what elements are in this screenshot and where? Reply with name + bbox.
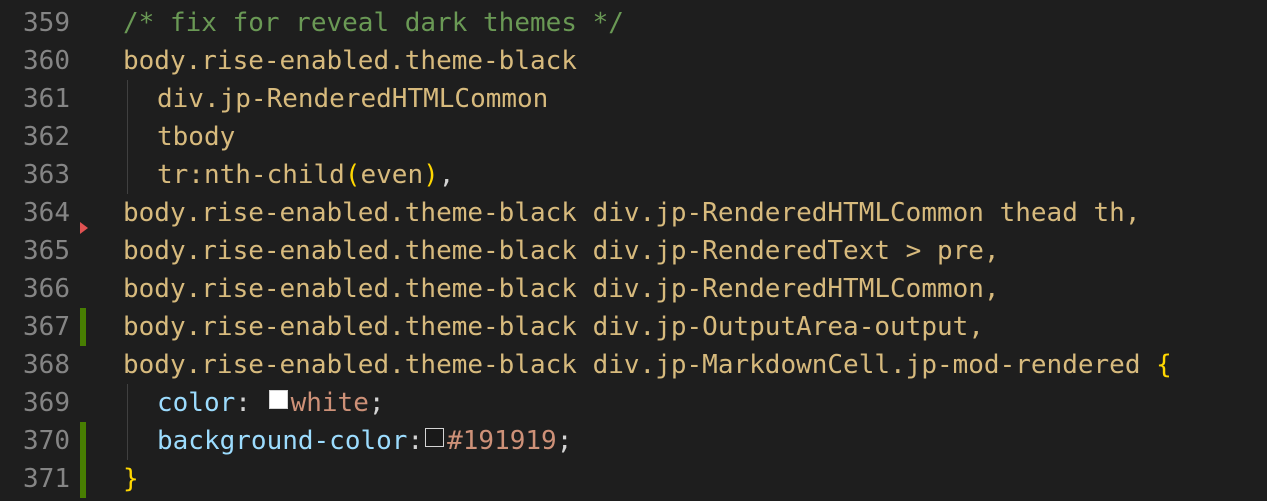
selector-text: div.jp-RenderedHTMLCommon [157,84,549,114]
property-value: #191919 [447,426,557,456]
selector-text: tbody [157,122,236,152]
paren-close: ) [423,160,439,190]
line-number: 369 [23,388,70,418]
paren-open: ( [344,160,361,190]
color-swatch[interactable] [425,428,445,447]
line-number: 359 [23,8,70,38]
brace-close: } [123,464,139,494]
line-number: 365 [23,236,70,266]
line-number: 368 [23,350,70,380]
added-line-marker[interactable] [80,460,86,498]
code-line[interactable]: 370 background-color: #191919; [0,422,1267,460]
indent-guide [127,118,128,156]
selector-expression: body.rise-enabled.theme-black div.jp-Mar… [123,346,1172,384]
selector-text: body.rise-enabled.theme-black div.jp-Ren… [123,274,1000,304]
property-value: white [290,388,369,418]
property-name: color [157,388,236,418]
indent-guide [127,80,128,118]
code-line[interactable]: 361 div.jp-RenderedHTMLCommon [0,80,1267,118]
indent-guide [127,156,128,194]
added-line-marker[interactable] [80,422,86,460]
comma: , [438,160,455,190]
code-line[interactable]: 367 body.rise-enabled.theme-black div.jp… [0,308,1267,346]
code-line[interactable]: 368 body.rise-enabled.theme-black div.jp… [0,346,1267,384]
declaration: color: white; [157,384,385,422]
colon: : [407,426,424,456]
line-number: 366 [23,274,70,304]
semicolon: ; [556,426,573,456]
indent-guide [127,384,128,422]
colon: : [235,388,251,418]
color-swatch[interactable] [268,390,288,409]
added-line-marker[interactable] [80,308,86,346]
line-number: 364 [23,198,70,228]
property-name: background-color [157,426,408,456]
line-number: 362 [23,122,70,152]
line-number: 371 [23,464,70,494]
selector-text: body.rise-enabled.theme-black div.jp-Ren… [123,236,1000,266]
code-line[interactable]: 363 tr:nth-child(even), [0,156,1267,194]
selector-text: body.rise-enabled.theme-black div.jp-Mar… [123,350,1157,380]
code-editor[interactable]: 359 /* fix for reveal dark themes */ 360… [0,0,1267,501]
indent-guide [127,422,128,460]
code-line[interactable]: 365 body.rise-enabled.theme-black div.jp… [0,232,1267,270]
brace-open: { [1156,350,1172,380]
selector-arg: even [360,160,424,190]
semicolon: ; [368,388,385,418]
selector-text: body.rise-enabled.theme-black div.jp-Ren… [123,198,1141,228]
line-number: 360 [23,46,70,76]
code-line[interactable]: 366 body.rise-enabled.theme-black div.jp… [0,270,1267,308]
line-number: 367 [23,312,70,342]
selector-text: body.rise-enabled.theme-black [123,46,577,76]
declaration: background-color: #191919; [157,422,572,460]
selector-text: body.rise-enabled.theme-black div.jp-Out… [123,312,984,342]
selector-expression: tr:nth-child(even), [157,156,454,194]
code-line[interactable]: 364 body.rise-enabled.theme-black div.jp… [0,194,1267,232]
line-number: 361 [23,84,70,114]
line-number: 363 [23,160,70,190]
code-line[interactable]: 360 body.rise-enabled.theme-black [0,42,1267,80]
line-number: 370 [23,426,70,456]
code-line[interactable]: 359 /* fix for reveal dark themes */ [0,4,1267,42]
comment-text: /* fix for reveal dark themes */ [123,8,624,38]
selector-text: tr:nth-child [157,160,345,190]
code-line[interactable]: 371 } [0,460,1267,498]
code-line[interactable]: 369 color: white; [0,384,1267,422]
code-line[interactable]: 362 tbody [0,118,1267,156]
